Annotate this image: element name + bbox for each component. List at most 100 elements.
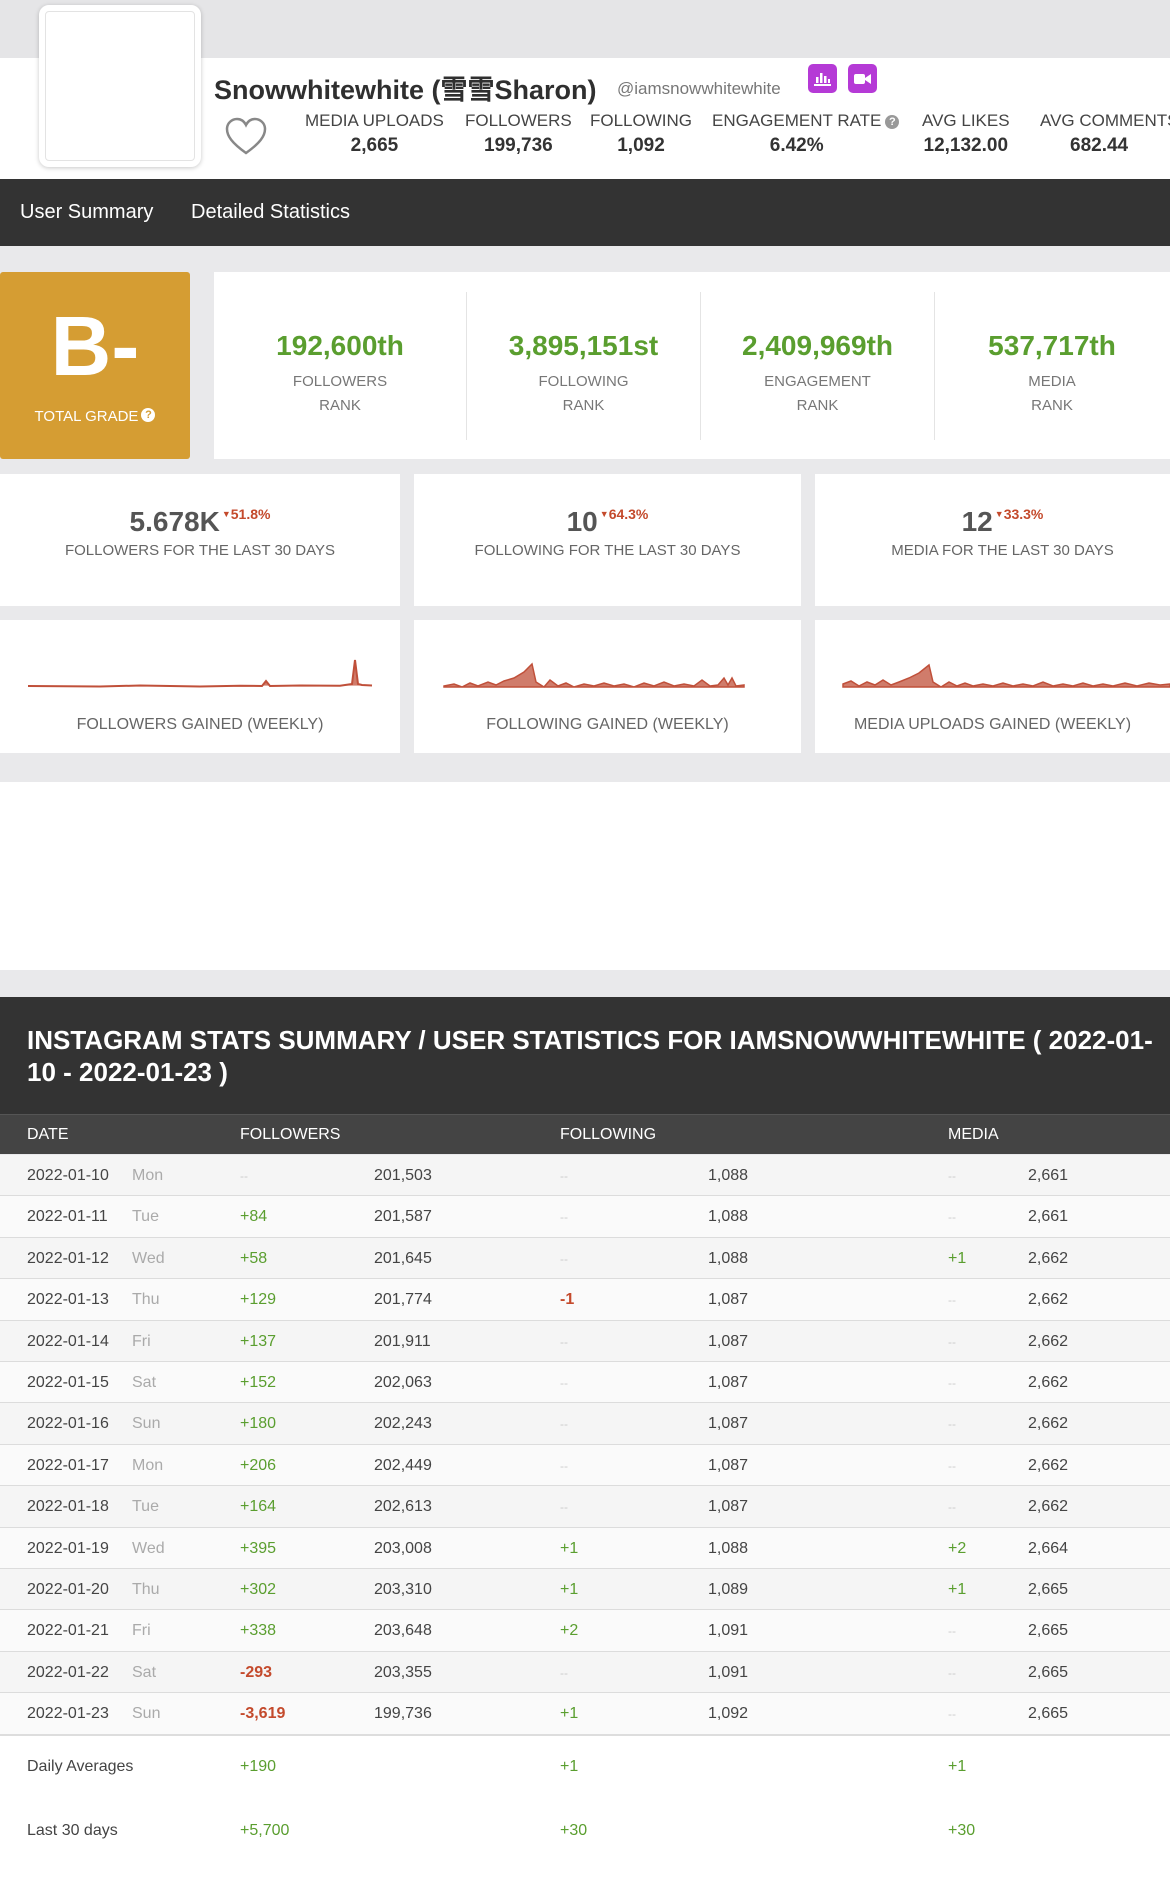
row-following-change: -- <box>560 1169 568 1183</box>
table-row: 2022-01-17 Mon +206 202,449 -- 1,087 -- 2,662 <box>0 1444 1170 1487</box>
row-media-total: 2,665 <box>1028 1622 1069 1640</box>
row-media-change: -- <box>948 1293 956 1308</box>
followers-gained-weekly-chart: FOLLOWERS GAINED (WEEKLY) <box>0 620 400 753</box>
row-media-change: -- <box>948 1417 956 1432</box>
row-following-total: 1,089 <box>708 1581 749 1598</box>
row-date: 2022-01-17 <box>27 1456 109 1474</box>
row-followers-total: 201,911 <box>374 1332 431 1350</box>
row-following-change: +2 <box>560 1622 579 1640</box>
row-followers-change: +58 <box>240 1249 268 1267</box>
stat-avg-likes: AVG LIKES 12,132.00 <box>922 111 1010 156</box>
row-media-total: 2,662 <box>1028 1374 1069 1391</box>
profile-handle[interactable]: @iamsnowwhitewhite <box>617 79 781 99</box>
row-media-change: +1 <box>948 1249 967 1267</box>
row-weekday: Wed <box>132 1249 165 1267</box>
rank-panel: 192,600th FOLLOWERS RANK 3,895,151st FOLL… <box>214 272 1170 459</box>
row-weekday: Tue <box>132 1498 159 1516</box>
row-weekday: Thu <box>132 1291 160 1309</box>
row-followers-change: +84 <box>240 1208 268 1226</box>
video-icon[interactable] <box>848 64 877 93</box>
grade-label: TOTAL GRADE <box>34 408 139 425</box>
row-media-change: +2 <box>948 1539 967 1557</box>
row-following-total: 1,087 <box>708 1456 749 1474</box>
footer-followers-change: +190 <box>240 1758 277 1775</box>
row-followers-total: 203,648 <box>374 1622 432 1640</box>
nav-bar: User Summary Detailed Statistics <box>0 179 1170 246</box>
avatar[interactable] <box>39 5 201 167</box>
row-media-total: 2,662 <box>1028 1456 1069 1474</box>
row-followers-total: 201,587 <box>374 1208 432 1226</box>
row-followers-total: 199,736 <box>374 1705 432 1723</box>
row-following-total: 1,092 <box>708 1705 749 1723</box>
tab-user-summary[interactable]: User Summary <box>20 201 153 224</box>
following-30-days-card: 10 ▼64.3% FOLLOWING FOR THE LAST 30 DAYS <box>414 474 801 606</box>
row-date: 2022-01-14 <box>27 1332 109 1350</box>
row-following-change: -- <box>560 1458 568 1473</box>
row-media-change: -- <box>948 1376 956 1390</box>
row-followers-change: +180 <box>240 1415 277 1433</box>
row-following-total: 1,088 <box>708 1167 749 1184</box>
row-media-total: 2,662 <box>1028 1291 1069 1309</box>
row-weekday: Wed <box>132 1539 165 1557</box>
help-icon[interactable]: ? <box>885 114 900 129</box>
row-date: 2022-01-10 <box>27 1167 109 1184</box>
header-media: MEDIA <box>948 1126 999 1143</box>
following-gained-weekly-chart: FOLLOWING GAINED (WEEKLY) <box>414 620 801 753</box>
row-media-total: 2,662 <box>1028 1498 1069 1516</box>
table-row: 2022-01-21 Fri +338 203,648 +2 1,091 -- 2,665 <box>0 1610 1170 1652</box>
help-icon[interactable]: ? <box>141 408 156 422</box>
row-weekday: Tue <box>132 1208 159 1226</box>
row-following-change: -- <box>560 1500 568 1515</box>
following-sparkline <box>443 662 745 688</box>
row-following-total: 1,087 <box>708 1374 749 1391</box>
row-date: 2022-01-11 <box>27 1208 108 1226</box>
row-media-change: -- <box>948 1458 956 1473</box>
profile-name: Snowwhitewhite (雪雪Sharon) <box>214 75 597 105</box>
row-following-change: -- <box>560 1251 568 1266</box>
table-footer-row: Daily Averages +190 +1 +1 <box>0 1734 1170 1800</box>
row-followers-change: +137 <box>240 1332 277 1350</box>
row-media-change: -- <box>948 1334 956 1349</box>
media-30-days-card: 12 ▼33.3% MEDIA FOR THE LAST 30 DAYS <box>815 474 1170 606</box>
grade-letter: B- <box>50 299 140 393</box>
row-date: 2022-01-13 <box>27 1291 109 1309</box>
footer-label: Last 30 days <box>27 1822 118 1839</box>
heart-icon[interactable] <box>225 117 267 157</box>
row-following-change: -- <box>560 1334 568 1349</box>
table-title: INSTAGRAM STATS SUMMARY / USER STATISTIC… <box>0 997 1170 1114</box>
footer-followers-change: +5,700 <box>240 1822 290 1839</box>
row-media-change: -- <box>948 1707 956 1722</box>
table-row: 2022-01-15 Sat +152 202,063 -- 1,087 -- 2,662 <box>0 1362 1170 1404</box>
row-followers-change: +206 <box>240 1456 277 1474</box>
row-media-change: -- <box>948 1169 956 1183</box>
row-followers-total: 202,243 <box>374 1415 432 1433</box>
row-followers-total: 202,449 <box>374 1456 432 1474</box>
table-row: 2022-01-14 Fri +137 201,911 -- 1,087 -- 2,662 <box>0 1320 1170 1362</box>
row-following-total: 1,091 <box>708 1663 749 1681</box>
row-media-change: -- <box>948 1624 956 1639</box>
header-date: DATE <box>27 1126 69 1143</box>
table-header: DATE FOLLOWERS FOLLOWING MEDIA <box>0 1114 1170 1154</box>
tab-detailed-statistics[interactable]: Detailed Statistics <box>191 201 350 224</box>
table-row: 2022-01-10 Mon -- 201,503 -- 1,088 -- 2,661 <box>0 1155 1170 1197</box>
row-followers-total: 203,355 <box>374 1663 432 1681</box>
row-weekday: Sat <box>132 1663 157 1681</box>
footer-following-change: +30 <box>560 1822 588 1839</box>
row-followers-change: +338 <box>240 1622 277 1640</box>
row-media-total: 2,665 <box>1028 1581 1069 1598</box>
row-media-change: -- <box>948 1500 956 1515</box>
bar-chart-icon[interactable] <box>808 64 837 93</box>
stat-avg-comments: AVG COMMENTS 682.44 <box>1040 111 1170 156</box>
row-following-total: 1,087 <box>708 1415 749 1433</box>
row-media-total: 2,664 <box>1028 1539 1069 1557</box>
row-followers-total: 201,774 <box>374 1291 432 1309</box>
table-footer-row: Last 30 days +5,700 +30 +30 <box>0 1800 1170 1877</box>
row-following-total: 1,088 <box>708 1539 749 1557</box>
row-date: 2022-01-12 <box>27 1249 109 1267</box>
table-row: 2022-01-16 Sun +180 202,243 -- 1,087 -- 2,662 <box>0 1403 1170 1445</box>
row-weekday: Fri <box>132 1622 151 1640</box>
table-row: 2022-01-22 Sat -293 203,355 -- 1,091 -- 2,665 <box>0 1651 1170 1694</box>
row-following-change: +1 <box>560 1705 579 1723</box>
row-following-total: 1,091 <box>708 1622 749 1640</box>
footer-label: Daily Averages <box>27 1758 134 1775</box>
